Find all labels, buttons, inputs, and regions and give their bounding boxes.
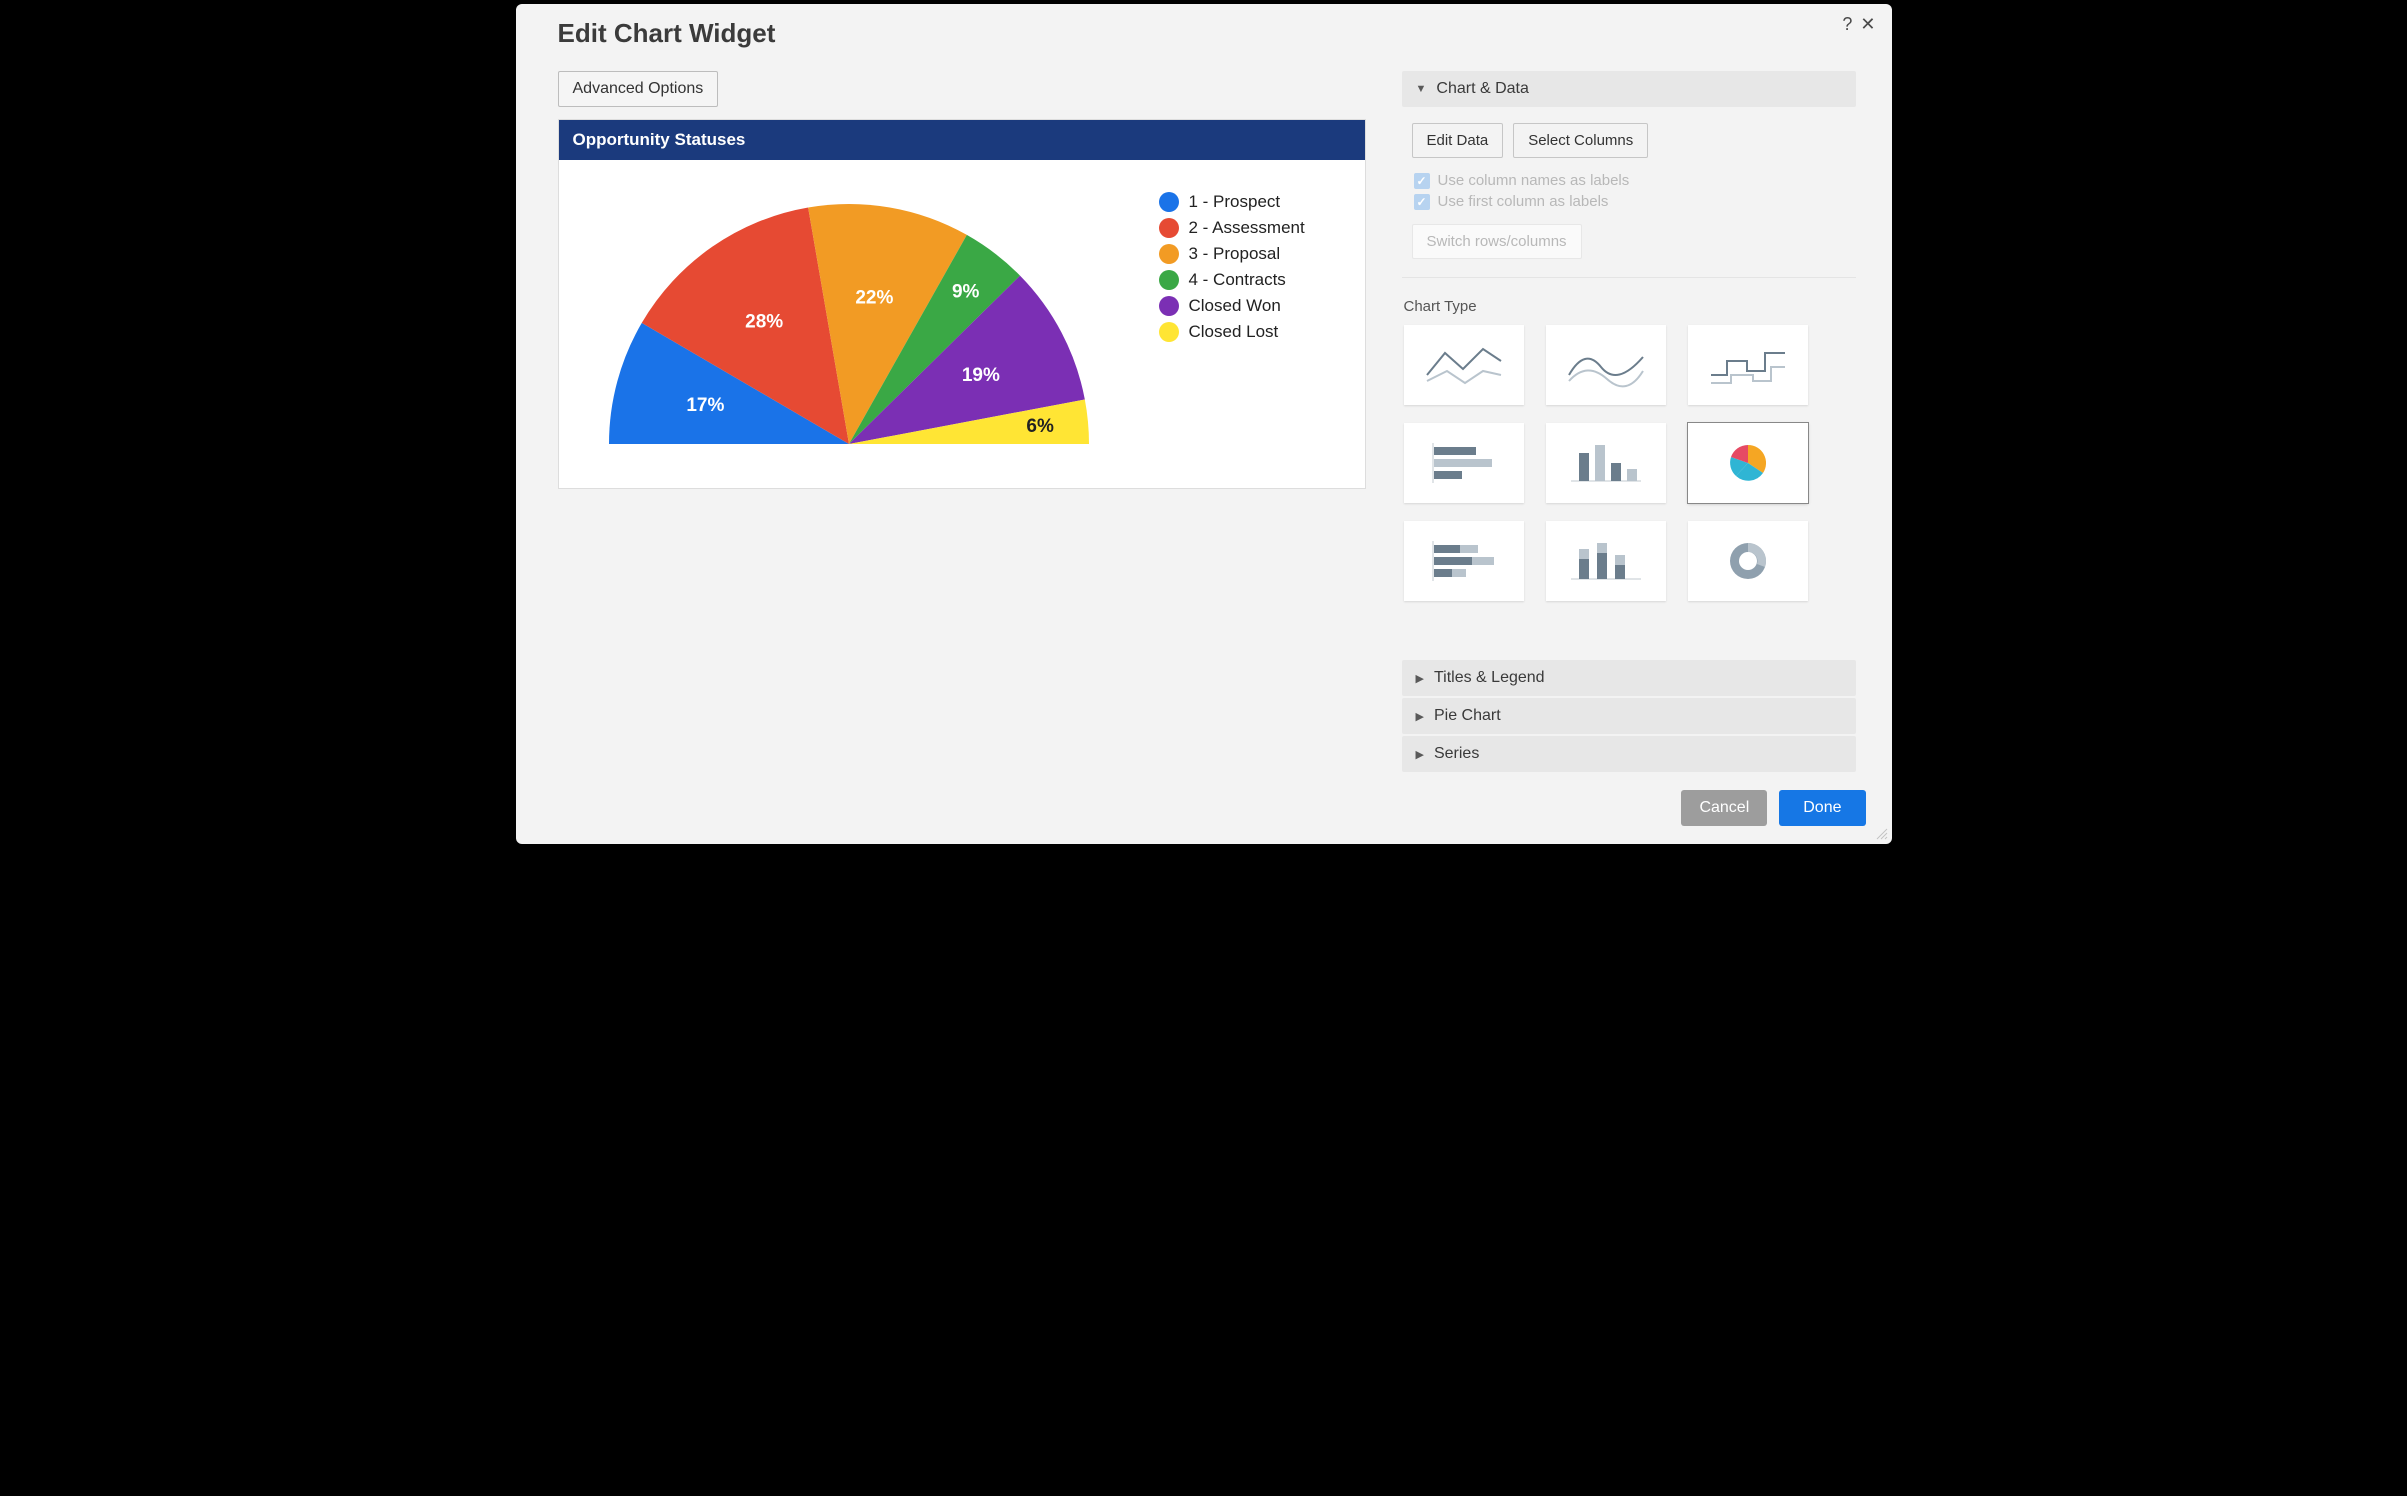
section-label: Series <box>1434 745 1479 763</box>
legend-item: 2 - Assessment <box>1159 218 1305 238</box>
resize-grip-icon[interactable] <box>1874 826 1888 840</box>
use-column-names-label: Use column names as labels <box>1438 172 1630 189</box>
chart-type-pie[interactable] <box>1688 423 1808 503</box>
use-first-column-checkbox[interactable]: ✓ <box>1414 194 1430 210</box>
half-pie-chart: 17% 28% 22% 9% 19% 6% <box>599 184 1139 464</box>
chart-type-bar-h[interactable] <box>1404 423 1524 503</box>
slice-label: 22% <box>855 287 893 308</box>
section-label: Chart & Data <box>1436 80 1528 98</box>
advanced-options-button[interactable]: Advanced Options <box>558 71 719 107</box>
chart-preview-card: Opportunity Statuses 17% 28% 22% 9% 19% 6% 1 … <box>558 119 1366 489</box>
chart-type-step-line[interactable] <box>1688 325 1808 405</box>
legend-swatch <box>1159 322 1179 342</box>
legend-label: 2 - Assessment <box>1189 218 1305 238</box>
legend-label: 4 - Contracts <box>1189 270 1286 290</box>
legend-item: Closed Won <box>1159 296 1305 316</box>
slice-label: 6% <box>1026 416 1054 437</box>
legend-swatch <box>1159 192 1179 212</box>
switch-rows-columns-button[interactable]: Switch rows/columns <box>1412 224 1582 259</box>
legend-swatch <box>1159 270 1179 290</box>
chart-type-line[interactable] <box>1404 325 1524 405</box>
chevron-right-icon: ▶ <box>1416 672 1424 685</box>
legend-swatch <box>1159 296 1179 316</box>
legend-label: 3 - Proposal <box>1189 244 1281 264</box>
chart-legend: 1 - Prospect 2 - Assessment 3 - Proposal 4 … <box>1159 184 1305 464</box>
legend-label: Closed Won <box>1189 296 1281 316</box>
chart-title: Opportunity Statuses <box>559 120 1365 160</box>
chart-type-bar-h-stacked[interactable] <box>1404 521 1524 601</box>
legend-item: Closed Lost <box>1159 322 1305 342</box>
legend-item: 1 - Prospect <box>1159 192 1305 212</box>
slice-label: 19% <box>961 365 999 386</box>
dialog-title: Edit Chart Widget <box>558 18 776 49</box>
chart-type-bar-v[interactable] <box>1546 423 1666 503</box>
legend-swatch <box>1159 244 1179 264</box>
section-label: Titles & Legend <box>1434 669 1545 687</box>
edit-data-button[interactable]: Edit Data <box>1412 123 1504 158</box>
section-chart-and-data-content: Edit Data Select Columns ✓ Use column na… <box>1402 109 1856 611</box>
section-label: Pie Chart <box>1434 707 1501 725</box>
legend-item: 3 - Proposal <box>1159 244 1305 264</box>
chart-type-bar-v-stacked[interactable] <box>1546 521 1666 601</box>
help-icon[interactable]: ? <box>1842 14 1852 35</box>
chevron-right-icon: ▶ <box>1416 748 1424 761</box>
legend-label: 1 - Prospect <box>1189 192 1281 212</box>
legend-label: Closed Lost <box>1189 322 1279 342</box>
select-columns-button[interactable]: Select Columns <box>1513 123 1648 158</box>
legend-swatch <box>1159 218 1179 238</box>
chevron-down-icon: ▼ <box>1416 83 1427 95</box>
slice-label: 9% <box>951 282 979 303</box>
close-icon[interactable]: ✕ <box>1860 14 1875 35</box>
chart-type-donut[interactable] <box>1688 521 1808 601</box>
section-chart-and-data[interactable]: ▼ Chart & Data <box>1402 71 1856 107</box>
section-series[interactable]: ▶ Series <box>1402 736 1856 772</box>
use-first-column-label: Use first column as labels <box>1438 193 1609 210</box>
chart-type-spline[interactable] <box>1546 325 1666 405</box>
cancel-button[interactable]: Cancel <box>1681 790 1767 826</box>
chart-type-label: Chart Type <box>1402 277 1856 325</box>
section-titles-legend[interactable]: ▶ Titles & Legend <box>1402 660 1856 696</box>
slice-label: 28% <box>745 312 783 333</box>
legend-item: 4 - Contracts <box>1159 270 1305 290</box>
done-button[interactable]: Done <box>1779 790 1865 826</box>
chart-type-grid <box>1402 325 1856 601</box>
section-pie-chart[interactable]: ▶ Pie Chart <box>1402 698 1856 734</box>
chevron-right-icon: ▶ <box>1416 710 1424 723</box>
use-column-names-checkbox[interactable]: ✓ <box>1414 173 1430 189</box>
edit-chart-widget-dialog: ? ✕ Edit Chart Widget Advanced Options O… <box>516 4 1892 844</box>
slice-label: 17% <box>686 395 724 416</box>
